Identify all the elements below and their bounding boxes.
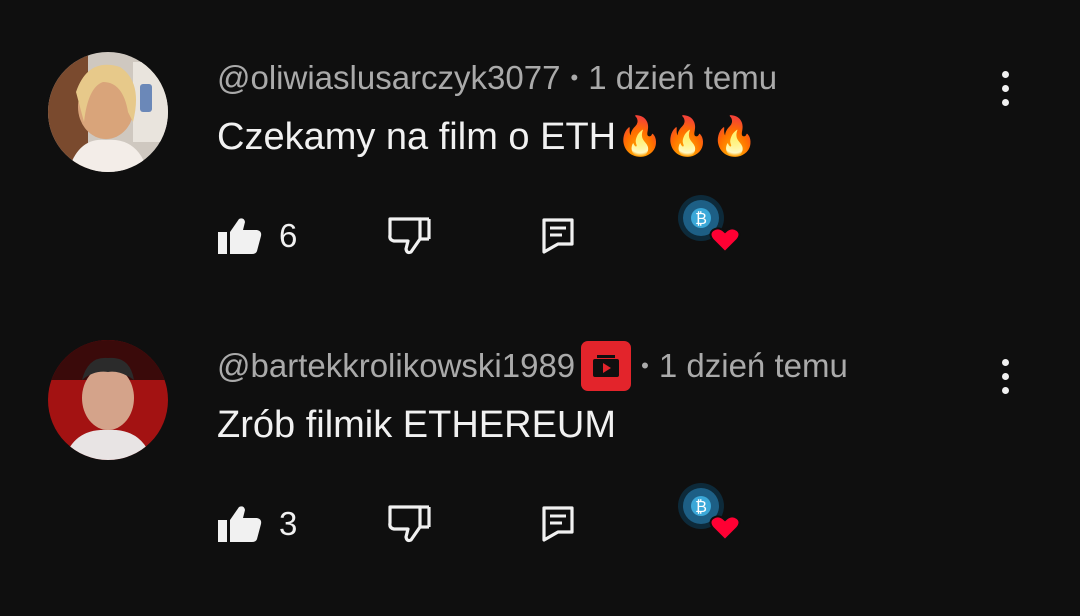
like-count: 3 <box>279 505 298 542</box>
comment-header: @bartekkrolikowski1989 • 1 dzień temu <box>217 341 848 391</box>
more-vert-icon[interactable] <box>990 354 1020 398</box>
youtube-member-badge-icon <box>581 341 632 391</box>
thumbs-down-icon <box>388 505 431 543</box>
thumbs-down-icon <box>388 217 431 255</box>
thumbs-up-icon <box>218 218 262 254</box>
comment-action-bar: 6 ₿ <box>217 195 977 264</box>
avatar[interactable] <box>48 340 168 460</box>
comment-text-content: Czekamy na film o ETH <box>217 116 617 158</box>
fire-emoji: 🔥🔥🔥 <box>616 114 759 158</box>
comment-text: Zrób filmik ETHEREUM <box>217 401 616 449</box>
comment-text-content: Zrób filmik ETHEREUM <box>217 404 617 446</box>
separator-dot: • <box>570 65 579 90</box>
svg-text:₿: ₿ <box>695 209 707 228</box>
reply-icon <box>542 506 574 542</box>
comment-timestamp[interactable]: 1 dzień temu <box>588 59 777 97</box>
svg-text:₿: ₿ <box>695 497 707 516</box>
like-count: 6 <box>279 217 298 254</box>
comment-action-bar: 3 ₿ <box>217 483 977 552</box>
creator-heart-icon: ₿ <box>677 194 747 258</box>
dislike-button[interactable] <box>387 496 431 552</box>
like-button[interactable]: 3 <box>217 496 297 552</box>
comment-author[interactable]: @bartekkrolikowski1989 <box>217 347 575 385</box>
comment-timestamp[interactable]: 1 dzień temu <box>659 347 848 385</box>
reply-icon <box>542 218 574 254</box>
comment-author[interactable]: @oliwiaslusarczyk3077 <box>217 59 560 97</box>
thumbs-up-icon <box>218 506 262 542</box>
reply-button[interactable] <box>542 208 574 264</box>
comment-text: Czekamy na film o ETH🔥🔥🔥 <box>217 112 758 160</box>
like-button[interactable]: 6 <box>217 208 297 264</box>
comment-header: @oliwiaslusarczyk3077 • 1 dzień temu <box>217 56 777 100</box>
separator-dot: • <box>641 353 649 378</box>
creator-heart-icon: ₿ <box>677 482 747 546</box>
reply-button[interactable] <box>542 496 574 552</box>
avatar[interactable] <box>48 52 168 172</box>
more-vert-icon[interactable] <box>990 66 1020 110</box>
dislike-button[interactable] <box>387 208 431 264</box>
